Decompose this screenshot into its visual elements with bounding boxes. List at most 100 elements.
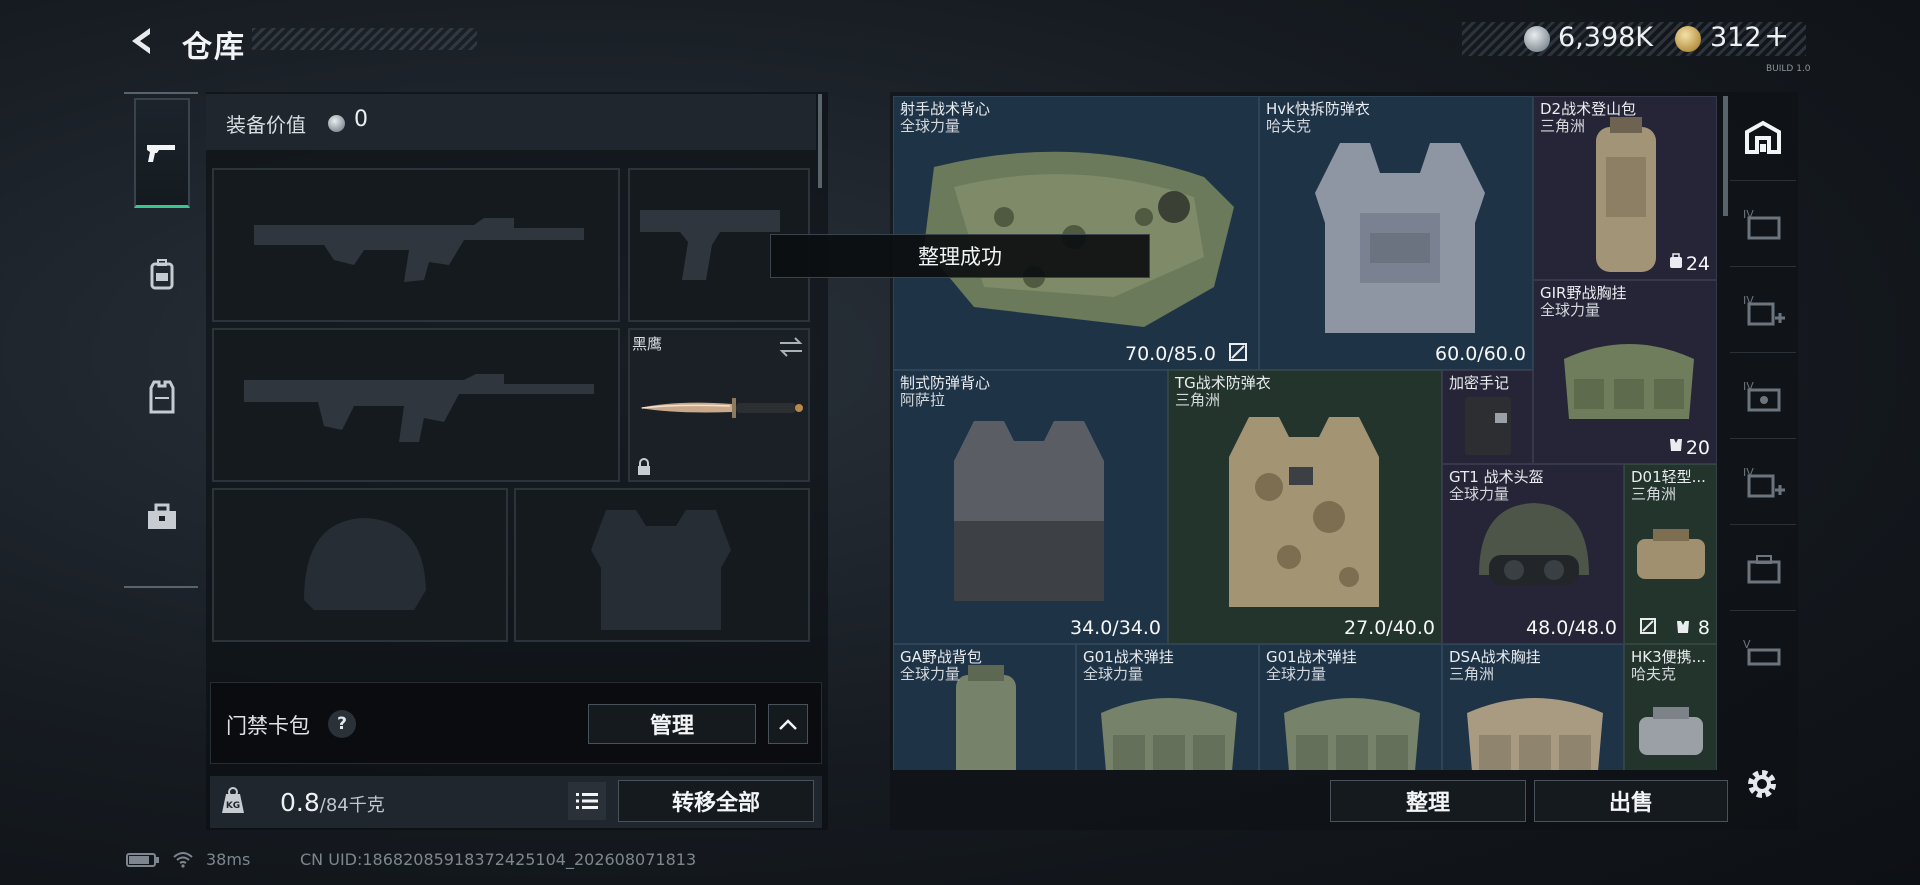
- sell-button[interactable]: 出售: [1534, 780, 1728, 822]
- item-name: Hvk快拆防弹衣: [1266, 100, 1370, 118]
- backpack-icon: [150, 259, 174, 290]
- equipment-value: 0: [354, 107, 368, 132]
- add-currency-button[interactable]: +: [1764, 19, 1789, 54]
- value-coin-icon: [328, 115, 345, 132]
- storage-tab-iv-add2[interactable]: IV: [1730, 440, 1796, 525]
- capacity-icon: [1670, 253, 1682, 268]
- secondary-weapon-slot[interactable]: [212, 328, 620, 482]
- inventory-item[interactable]: G01战术弹挂 全球力量: [1259, 644, 1442, 770]
- version-label: BUILD 1.0: [1766, 64, 1811, 74]
- inventory-item[interactable]: HK3便携... 哈夫克: [1624, 644, 1717, 770]
- list-icon: [576, 793, 598, 809]
- item-durability: 70.0/85.0: [1124, 343, 1216, 365]
- tab-toolbox[interactable]: [134, 462, 190, 572]
- storage-case-icon: [1747, 555, 1781, 584]
- weight-readout: 0.8/84千克: [280, 788, 385, 817]
- repair-icon: [1229, 343, 1247, 361]
- inventory-item[interactable]: 射手战术背心 全球力量 70.0/85.0: [893, 96, 1259, 370]
- settings-gear-icon[interactable]: [1744, 766, 1780, 802]
- swap-icon[interactable]: [778, 336, 804, 358]
- toolbox-icon: [148, 503, 176, 529]
- item-name: G01战术弹挂: [1083, 648, 1174, 666]
- equipment-scrollbar[interactable]: [818, 94, 822, 188]
- inventory-item[interactable]: GA野战背包 全球力量: [893, 644, 1076, 770]
- collapse-button[interactable]: [768, 704, 808, 744]
- inventory-scrollbar[interactable]: [1723, 96, 1728, 216]
- list-view-button[interactable]: [568, 782, 606, 820]
- storage-tab-iv[interactable]: IV: [1730, 182, 1796, 267]
- rifle-silhouette-icon: [244, 374, 594, 442]
- helmet-slot[interactable]: [212, 488, 508, 642]
- inventory-item[interactable]: D2战术登山包 三角洲 24: [1533, 96, 1717, 280]
- item-brand: 全球力量: [900, 117, 961, 135]
- manage-button[interactable]: 管理: [588, 704, 756, 744]
- item-name: D01轻型...: [1631, 468, 1706, 486]
- knife-icon: [640, 398, 803, 418]
- item-durability: 27.0/40.0: [1343, 617, 1435, 639]
- dsa-rig-image: [1467, 698, 1603, 770]
- item-capacity: 24: [1685, 253, 1710, 275]
- storage-iv-case-icon: IV: [1743, 380, 1781, 412]
- item-brand: 全球力量: [900, 665, 961, 683]
- storage-tab-case[interactable]: [1730, 526, 1796, 611]
- body-armor-slot[interactable]: [514, 488, 810, 642]
- silver-coin-icon: [1524, 26, 1550, 52]
- inventory-item[interactable]: GIR野战胸挂 全球力量 20: [1533, 280, 1717, 464]
- item-name: D2战术登山包: [1540, 100, 1637, 118]
- helmet-silhouette-icon: [304, 518, 426, 610]
- rig-capacity-icon: [1670, 439, 1682, 451]
- item-brand: 三角洲: [1175, 391, 1221, 409]
- item-brand: 三角洲: [1631, 485, 1677, 503]
- primary-weapon-slot[interactable]: [212, 168, 620, 322]
- storage-tab-iv-add[interactable]: IV: [1730, 268, 1796, 353]
- item-brand: 三角洲: [1540, 117, 1586, 135]
- weight-max: /84千克: [319, 795, 385, 816]
- gold-currency-value: 312: [1710, 22, 1762, 53]
- inventory-item[interactable]: D01轻型... 三角洲 8: [1624, 464, 1717, 644]
- item-name: 加密手记: [1449, 374, 1510, 392]
- inventory-item[interactable]: DSA战术胸挂 三角洲: [1442, 644, 1624, 770]
- item-brand: 哈夫克: [1631, 665, 1677, 683]
- storage-tab-home[interactable]: [1730, 96, 1796, 181]
- ping-readout: 38ms: [206, 850, 251, 869]
- item-name: GT1 战术头盔: [1449, 468, 1544, 486]
- melee-name: 黑鹰: [632, 335, 663, 353]
- item-brand: 阿萨拉: [900, 391, 946, 409]
- inventory-item[interactable]: 加密手记: [1442, 370, 1533, 464]
- tab-vest[interactable]: [134, 342, 190, 452]
- storage-tab-v[interactable]: V: [1730, 612, 1796, 696]
- toast-message: 整理成功: [770, 234, 1150, 278]
- inventory-item[interactable]: G01战术弹挂 全球力量: [1076, 644, 1259, 770]
- lock-icon: [638, 458, 650, 475]
- rig-capacity-icon: [1677, 621, 1689, 633]
- item-durability: 34.0/34.0: [1069, 617, 1161, 639]
- chevron-up-icon: [779, 719, 797, 730]
- help-icon[interactable]: ?: [328, 710, 356, 738]
- sort-button[interactable]: 整理: [1330, 780, 1526, 822]
- g01-rig-image: [1101, 698, 1237, 770]
- item-name: DSA战术胸挂: [1449, 648, 1541, 666]
- tab-weapons[interactable]: [134, 98, 190, 208]
- storage-tab-iv-case[interactable]: IV: [1730, 354, 1796, 439]
- item-name: 制式防弹背心: [900, 374, 991, 392]
- item-brand: 全球力量: [1449, 485, 1510, 503]
- pistol-icon: [147, 144, 175, 162]
- weight-icon: KG: [222, 787, 244, 813]
- inventory-item[interactable]: GT1 战术头盔 全球力量 48.0/48.0: [1442, 464, 1624, 644]
- gold-coin-icon: [1675, 26, 1701, 52]
- g01-rig-image: [1284, 698, 1420, 770]
- item-name: GIR野战胸挂: [1540, 284, 1627, 302]
- inventory-item[interactable]: TG战术防弹衣 三角洲 27.0/40.0: [1168, 370, 1442, 644]
- inventory-item[interactable]: 制式防弹背心 阿萨拉 34.0/34.0: [893, 370, 1168, 644]
- svg-text:KG: KG: [226, 801, 240, 811]
- page-title: 仓库: [182, 30, 246, 65]
- item-capacity: 8: [1697, 617, 1710, 639]
- item-name: GA野战背包: [900, 648, 982, 666]
- item-durability: 48.0/48.0: [1525, 617, 1617, 639]
- inventory-item[interactable]: Hvk快拆防弹衣 哈夫克 60.0/60.0: [1259, 96, 1533, 370]
- transfer-all-button[interactable]: 转移全部: [618, 780, 814, 822]
- back-icon[interactable]: [126, 24, 160, 58]
- item-brand: 全球力量: [1083, 665, 1144, 683]
- repair-icon: [1640, 618, 1656, 634]
- tab-backpack[interactable]: [134, 220, 190, 330]
